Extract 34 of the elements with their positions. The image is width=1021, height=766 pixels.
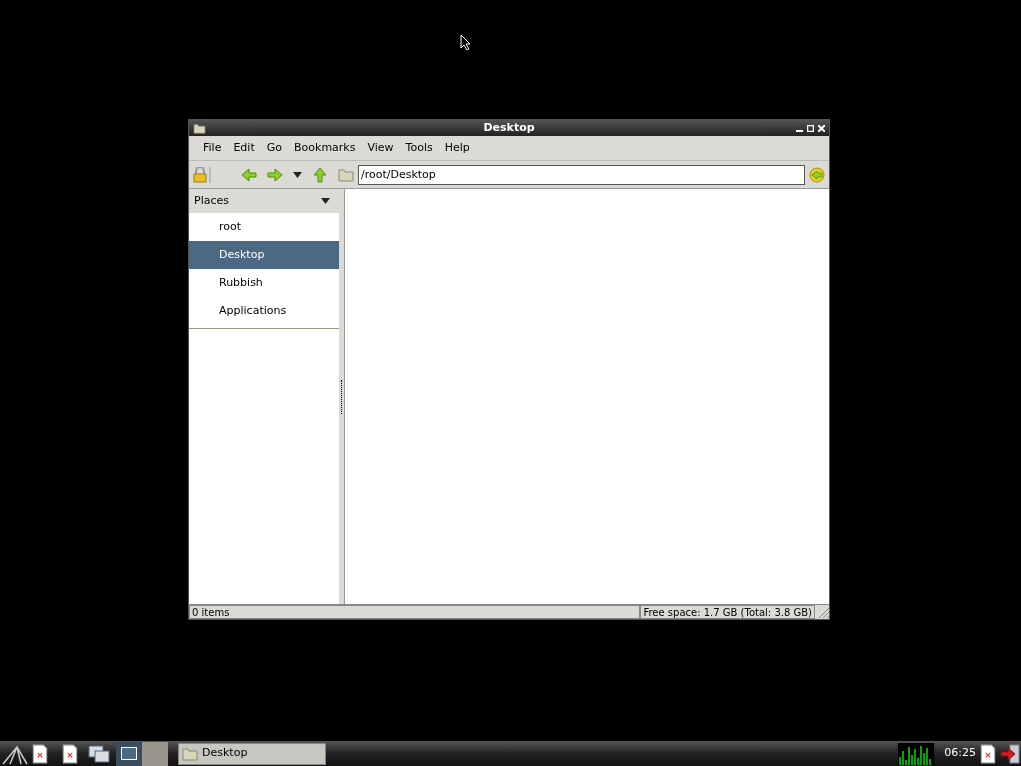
workspace-button[interactable] — [116, 741, 142, 766]
logout-icon[interactable] — [1000, 743, 1020, 764]
menu-item[interactable]: Edit — [228, 139, 260, 157]
task-button[interactable]: Desktop — [178, 742, 326, 765]
maximize-icon[interactable] — [807, 124, 814, 132]
cpu-monitor-graph — [898, 742, 935, 765]
menu-item[interactable]: Bookmarks — [289, 139, 361, 157]
windows-icon[interactable] — [88, 744, 110, 763]
folder-icon — [182, 746, 198, 761]
document-icon[interactable] — [62, 743, 78, 764]
places-item[interactable]: Rubbish — [189, 269, 339, 297]
menu-item[interactable]: Go — [261, 139, 287, 157]
folder-icon — [338, 167, 354, 182]
status-text: 0 items — [189, 605, 641, 619]
location-field[interactable]: /root/Desktop — [358, 164, 805, 185]
padlock-icon — [193, 166, 207, 183]
folder-icon — [193, 122, 206, 134]
dropdown-caret-icon[interactable] — [321, 198, 330, 204]
window-title: Desktop — [483, 119, 535, 136]
menu-item[interactable]: File — [198, 139, 227, 157]
menu-item[interactable]: Help — [439, 139, 475, 157]
menu-item[interactable]: Tools — [400, 139, 438, 157]
places-item[interactable]: root — [189, 213, 339, 241]
mouse-pointer-icon — [460, 34, 472, 50]
dropdown-caret-icon[interactable] — [293, 171, 302, 178]
document-icon[interactable] — [980, 743, 996, 764]
clock: 06:25 — [944, 745, 976, 762]
close-icon[interactable] — [818, 124, 825, 132]
places-header[interactable]: Places — [189, 189, 339, 213]
places-item[interactable]: Desktop — [189, 241, 339, 269]
free-space-text: Free space: 1.7 GB (Total: 3.8 GB) — [640, 605, 815, 619]
document-icon[interactable] — [32, 743, 48, 764]
menu-item[interactable]: View — [362, 139, 399, 157]
places-item[interactable]: Applications — [189, 297, 339, 325]
